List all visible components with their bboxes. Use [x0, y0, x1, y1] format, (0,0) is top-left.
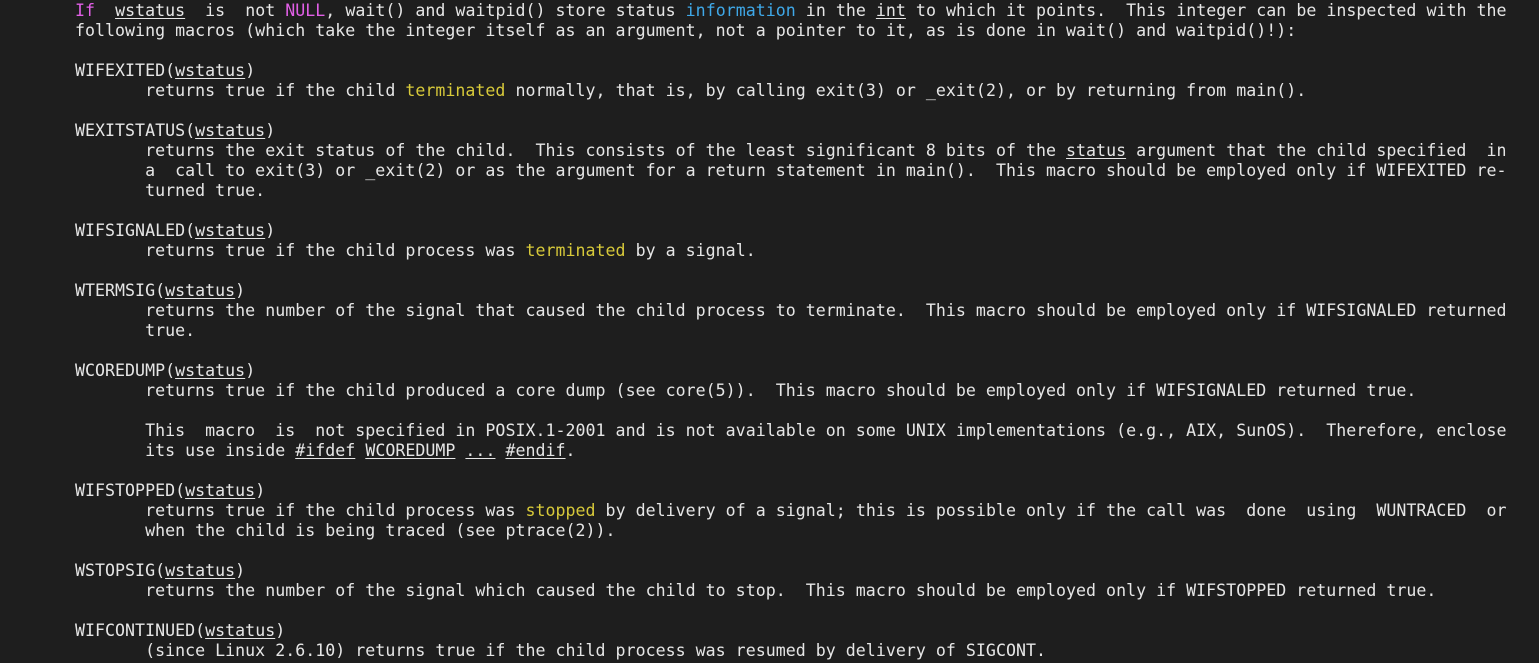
underlined-term: wstatus: [165, 561, 236, 580]
manpage-line: returns true if the child process was st…: [75, 501, 1506, 521]
manpage-line: following macros (which take the integer…: [75, 21, 1296, 41]
manpage-line: returns the number of the signal that ca…: [75, 301, 1506, 321]
text-segment: WCOREDUMP(: [75, 361, 176, 380]
text-segment: WIFEXITED(: [75, 61, 176, 80]
text-segment: following macros (which take the integer…: [75, 21, 1297, 40]
highlighted-term: stopped: [525, 501, 596, 520]
underlined-term: wstatus: [175, 361, 246, 380]
text-segment: returns the number of the signal that ca…: [75, 301, 1507, 320]
underlined-term: wstatus: [195, 121, 266, 140]
highlighted-term: terminated: [525, 241, 626, 260]
highlighted-term: terminated: [405, 81, 506, 100]
text-segment: ): [245, 361, 256, 380]
text-segment: returns the number of the signal which c…: [75, 581, 1437, 600]
manpage-line: (since Linux 2.6.10) returns true if the…: [75, 641, 1046, 661]
manpage-line: This macro is not specified in POSIX.1-2…: [75, 421, 1506, 441]
underlined-term: #endif: [505, 441, 566, 460]
text-segment: to which it points. This integer can be …: [905, 1, 1507, 20]
manpage-line: WSTOPSIG(wstatus): [75, 561, 245, 581]
text-segment: returns true if the child: [75, 81, 406, 100]
text-segment: when the child is being traced (see ptra…: [75, 521, 616, 540]
underlined-term: wstatus: [185, 481, 256, 500]
highlighted-term: If: [75, 1, 96, 20]
text-segment: returns true if the child process was: [75, 501, 526, 520]
manpage-line: WCOREDUMP(wstatus): [75, 361, 255, 381]
text-segment: true.: [75, 321, 196, 340]
text-segment: ): [275, 621, 286, 640]
text-segment: returns the exit status of the child. Th…: [75, 141, 1067, 160]
text-segment: turned true.: [75, 181, 266, 200]
text-segment: ): [265, 221, 276, 240]
manpage-line: returns true if the child produced a cor…: [75, 381, 1416, 401]
manpage-line: returns true if the child process was te…: [75, 241, 756, 261]
underlined-term: wstatus: [165, 281, 236, 300]
text-segment: [495, 441, 505, 460]
text-segment: normally, that is, by calling exit(3) or…: [505, 81, 1307, 100]
text-segment: ): [265, 121, 276, 140]
manpage-line: a call to exit(3) or _exit(2) or as the …: [75, 161, 1506, 181]
text-segment: (since Linux 2.6.10) returns true if the…: [75, 641, 1046, 660]
text-segment: by a signal.: [625, 241, 756, 260]
text-segment: [455, 441, 465, 460]
underlined-term: wstatus: [195, 221, 266, 240]
text-segment: argument that the child specified in: [1126, 141, 1507, 160]
text-segment: returns true if the child produced a cor…: [75, 381, 1417, 400]
text-segment: , wait() and waitpid() store status: [325, 1, 686, 20]
underlined-term: wstatus: [205, 621, 276, 640]
manpage-line: returns the number of the signal which c…: [75, 581, 1436, 601]
underlined-term: #ifdef: [295, 441, 356, 460]
manpage-line: turned true.: [75, 181, 265, 201]
underlined-term: int: [875, 1, 906, 20]
highlighted-term: NULL: [285, 1, 326, 20]
highlighted-term: information: [685, 1, 796, 20]
text-segment: returns true if the child process was: [75, 241, 526, 260]
manpage-line: WIFSTOPPED(wstatus): [75, 481, 265, 501]
manpage-line: when the child is being traced (see ptra…: [75, 521, 616, 541]
text-segment: WTERMSIG(: [75, 281, 166, 300]
text-segment: in the: [795, 1, 876, 20]
manpage-line: WEXITSTATUS(wstatus): [75, 121, 275, 141]
text-segment: WIFSIGNALED(: [75, 221, 196, 240]
underlined-term: status: [1066, 141, 1127, 160]
manpage-line: WIFSIGNALED(wstatus): [75, 221, 275, 241]
manpage-line: its use inside #ifdef WCOREDUMP ... #end…: [75, 441, 576, 461]
text-segment: ): [235, 561, 246, 580]
manpage-line: true.: [75, 321, 195, 341]
text-segment: is not: [185, 1, 286, 20]
manpage-line: WTERMSIG(wstatus): [75, 281, 245, 301]
underlined-term: wstatus: [115, 1, 186, 20]
manpage-line: WIFCONTINUED(wstatus): [75, 621, 285, 641]
underlined-term: wstatus: [175, 61, 246, 80]
terminal-window[interactable]: If wstatus is not NULL, wait() and waitp…: [0, 0, 1539, 663]
text-segment: by delivery of a signal; this is possibl…: [595, 501, 1507, 520]
text-segment: WEXITSTATUS(: [75, 121, 196, 140]
text-segment: WSTOPSIG(: [75, 561, 166, 580]
underlined-term: WCOREDUMP: [365, 441, 456, 460]
manpage-line: returns the exit status of the child. Th…: [75, 141, 1506, 161]
manpage-line: WIFEXITED(wstatus): [75, 61, 255, 81]
text-segment: .: [565, 441, 576, 460]
manpage-line: If wstatus is not NULL, wait() and waitp…: [75, 1, 1507, 21]
text-segment: This macro is not specified in POSIX.1-2…: [75, 421, 1507, 440]
text-segment: WIFCONTINUED(: [75, 621, 206, 640]
manpage-line: returns true if the child terminated nor…: [75, 81, 1306, 101]
text-segment: WIFSTOPPED(: [75, 481, 186, 500]
text-segment: [95, 1, 115, 20]
text-segment: ): [235, 281, 246, 300]
underlined-term: ...: [465, 441, 496, 460]
text-segment: a call to exit(3) or _exit(2) or as the …: [75, 161, 1507, 180]
text-segment: [355, 441, 365, 460]
text-segment: its use inside: [75, 441, 296, 460]
text-segment: ): [255, 481, 266, 500]
text-segment: ): [245, 61, 256, 80]
